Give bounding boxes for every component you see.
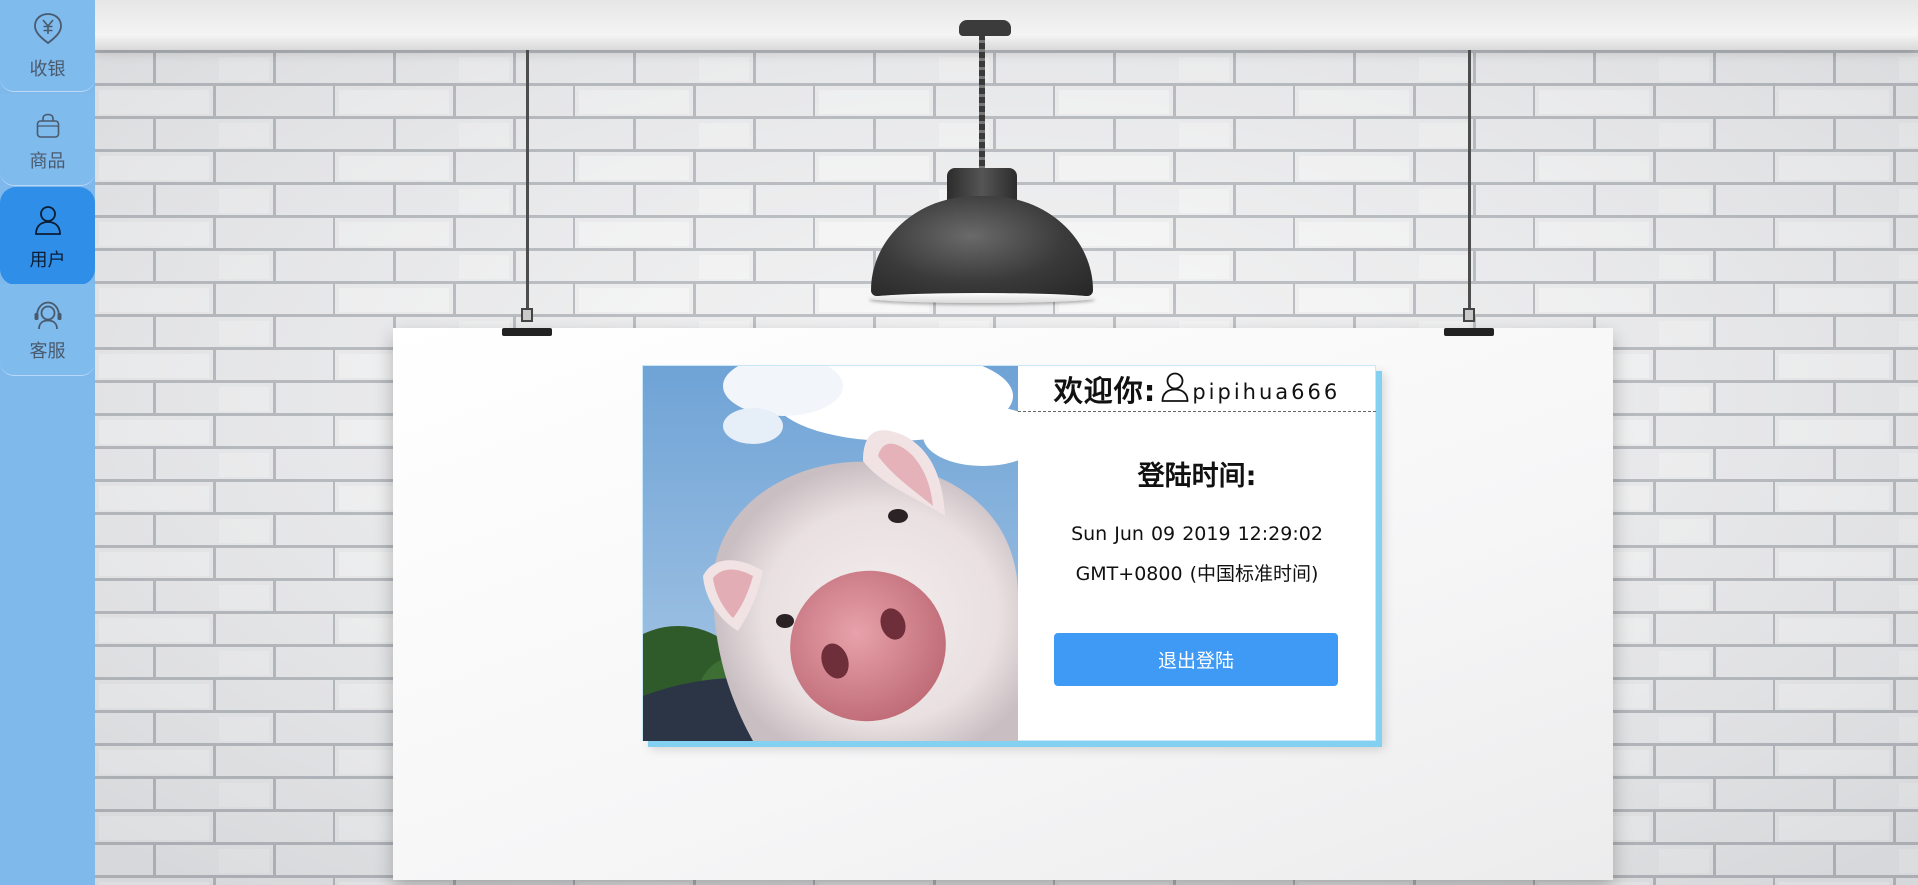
hanging-wire-right	[1468, 50, 1471, 312]
login-time-label: 登陆时间:	[1137, 461, 1257, 492]
user-icon	[31, 203, 65, 237]
sidebar-item-products[interactable]: 商品	[0, 94, 95, 186]
cashier-icon	[31, 12, 65, 46]
sidebar: 收银 商品 用户 客服	[0, 0, 95, 885]
login-time-value: Sun Jun 09 2019 12:29:02 GMT+0800 (中国标准时…	[1071, 523, 1323, 585]
sidebar-item-label: 用户	[29, 250, 66, 271]
sidebar-item-users[interactable]: 用户	[0, 187, 95, 285]
welcome-row: 欢迎你: pipihua666	[1018, 366, 1376, 412]
logout-button[interactable]: 退出登陆	[1054, 633, 1338, 686]
clip-left	[502, 308, 552, 338]
username: pipihua666	[1192, 379, 1341, 404]
hanging-wire-left	[526, 50, 529, 312]
clip-right	[1444, 308, 1494, 338]
shopping-bag-icon	[31, 110, 65, 144]
sidebar-item-label: 收银	[29, 59, 66, 80]
user-avatar-photo	[643, 366, 1018, 741]
headset-icon	[31, 298, 65, 332]
sidebar-item-label: 商品	[29, 151, 66, 172]
lamp-rim	[869, 293, 1095, 303]
user-info-card: 欢迎你: pipihua666 登陆时间: Sun Jun 09 2019 12…	[642, 365, 1376, 741]
lamp-chain	[979, 34, 985, 174]
sidebar-item-cashier[interactable]: 收银	[0, 0, 95, 92]
user-info-panel: 欢迎你: pipihua666 登陆时间: Sun Jun 09 2019 12…	[1018, 366, 1376, 741]
user-page-content: 欢迎你: pipihua666 登陆时间: Sun Jun 09 2019 12…	[95, 0, 1918, 885]
welcome-label: 欢迎你:	[1053, 373, 1157, 408]
lamp-mount	[959, 20, 1011, 36]
sidebar-item-support[interactable]: 客服	[0, 284, 95, 376]
sidebar-item-label: 客服	[29, 341, 66, 362]
user-icon	[1161, 372, 1189, 402]
pig-photo-illustration	[643, 366, 1018, 741]
